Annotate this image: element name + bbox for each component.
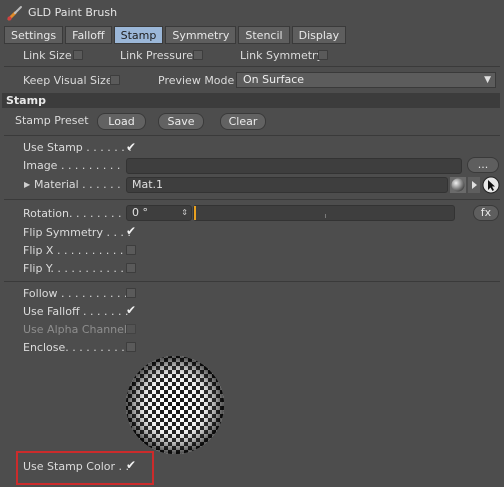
preview-mode-value: On Surface — [243, 73, 305, 86]
flip-x-checkbox[interactable] — [126, 245, 136, 255]
follow-label: Follow . . . . . . . . . . — [23, 287, 128, 300]
link-size-label: Link Size — [23, 49, 72, 62]
clear-button[interactable]: Clear — [220, 113, 266, 130]
enclose-checkbox[interactable] — [126, 342, 136, 352]
stamp-preset-label: Stamp Preset — [15, 114, 89, 127]
tab-bar: Settings Falloff Stamp Symmetry Stencil … — [4, 26, 348, 44]
tab-display[interactable]: Display — [291, 26, 347, 44]
use-falloff-checkmark-icon[interactable]: ✔ — [126, 304, 136, 316]
fx-button[interactable]: fx — [473, 205, 499, 221]
link-symmetry-label: Link Symmetry — [240, 49, 324, 62]
separator — [4, 281, 500, 282]
material-field[interactable]: Mat.1 — [126, 177, 448, 193]
stamp-section-header: Stamp — [2, 93, 500, 108]
expand-arrow-icon[interactable]: ▶ — [24, 180, 30, 189]
spinner-icon[interactable]: ⇕ — [181, 206, 188, 220]
use-falloff-label: Use Falloff . . . . . . . — [23, 305, 129, 318]
use-stamp-color-checkmark-icon[interactable]: ✔ — [126, 459, 136, 471]
chevron-down-icon: ▼ — [484, 75, 491, 85]
material-label: Material . . . . . . — [34, 178, 121, 191]
rotation-slider[interactable] — [193, 205, 455, 221]
window-title: GLD Paint Brush — [28, 6, 118, 19]
link-pressure-checkbox[interactable] — [193, 50, 203, 60]
tab-symmetry[interactable]: Symmetry — [165, 26, 237, 44]
enclose-label: Enclose. . . . . . . . . . — [23, 341, 132, 354]
preview-mode-dropdown[interactable]: On Surface ▼ — [236, 72, 496, 88]
paint-brush-icon — [7, 6, 22, 21]
keep-visual-size-checkbox[interactable] — [110, 75, 120, 85]
link-symmetry-checkbox[interactable] — [318, 50, 328, 60]
link-pressure-label: Link Pressure — [120, 49, 193, 62]
tab-stencil[interactable]: Stencil — [238, 26, 290, 44]
flip-y-label: Flip Y. . . . . . . . . . . — [23, 262, 124, 275]
image-browse-button[interactable]: ... — [467, 157, 499, 173]
material-menu-arrow-icon[interactable] — [468, 177, 480, 193]
rotation-value: 0 ° — [132, 206, 148, 219]
separator — [4, 135, 500, 136]
save-button[interactable]: Save — [158, 113, 204, 130]
use-stamp-color-label: Use Stamp Color . . — [23, 460, 129, 473]
separator — [4, 66, 500, 67]
load-button[interactable]: Load — [97, 113, 146, 130]
tab-stamp[interactable]: Stamp — [113, 26, 164, 44]
slider-center-tick — [325, 214, 326, 218]
material-sphere-icon — [450, 177, 466, 193]
material-value: Mat.1 — [132, 178, 164, 191]
rotation-label: Rotation. . . . . . . . . — [23, 207, 129, 220]
follow-checkbox[interactable] — [126, 288, 136, 298]
use-alpha-channel-checkbox[interactable] — [126, 324, 136, 334]
tab-settings[interactable]: Settings — [4, 26, 64, 44]
use-alpha-channel-label: Use Alpha Channel — [23, 323, 127, 336]
use-stamp-checkmark-icon[interactable]: ✔ — [126, 141, 136, 153]
flip-symmetry-checkmark-icon[interactable]: ✔ — [126, 225, 136, 237]
image-label: Image . . . . . . . . . — [23, 159, 121, 172]
keep-visual-size-label: Keep Visual Size — [23, 74, 113, 87]
pick-cursor-icon[interactable] — [482, 176, 500, 194]
link-size-checkbox[interactable] — [73, 50, 83, 60]
flip-symmetry-label: Flip Symmetry . . . . — [23, 226, 131, 239]
preview-mode-label: Preview Mode — [158, 74, 235, 87]
separator — [4, 199, 500, 200]
stamp-preview-image — [126, 356, 224, 454]
image-field[interactable] — [126, 158, 462, 174]
tab-falloff[interactable]: Falloff — [65, 26, 112, 44]
flip-x-label: Flip X . . . . . . . . . . — [23, 244, 124, 257]
use-stamp-label: Use Stamp . . . . . . . — [23, 141, 132, 154]
rotation-slider-handle[interactable] — [194, 206, 196, 220]
rotation-input[interactable]: 0 ° ⇕ — [126, 205, 192, 221]
flip-y-checkbox[interactable] — [126, 263, 136, 273]
